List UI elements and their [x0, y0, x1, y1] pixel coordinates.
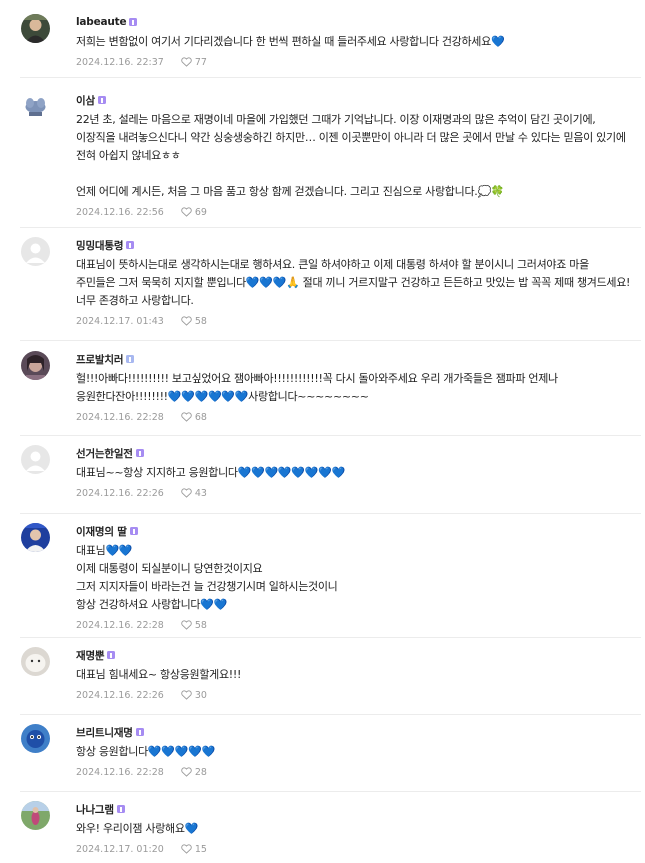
heart-icon — [181, 844, 192, 854]
avatar[interactable] — [21, 523, 50, 552]
comment-date: 2024.12.16. 22:37 — [76, 56, 164, 68]
comment-date: 2024.12.16. 22:28 — [76, 411, 164, 423]
comment-author[interactable]: 브리트니재명 — [76, 725, 133, 740]
heart-icon — [181, 207, 192, 217]
like-button[interactable]: 30 — [181, 690, 207, 701]
comment-author[interactable]: 밍밍대통령 — [76, 238, 124, 253]
like-button[interactable]: 77 — [181, 57, 207, 68]
comment-author[interactable]: 나나그램 — [76, 802, 114, 817]
heart-icon — [181, 57, 192, 67]
comment-author[interactable]: 이재명의 딸 — [76, 524, 127, 539]
comment-date: 2024.12.16. 22:26 — [76, 487, 164, 499]
like-count: 15 — [194, 843, 207, 855]
comment-text: 대표님~~항상 지지하고 응원합니다💙💙💙💙💙💙💙💙 — [76, 466, 345, 479]
like-button[interactable]: 15 — [181, 844, 207, 855]
comment-text: 대표님 힘내세요~ 항상응원할게요!!! — [76, 668, 242, 681]
heart-icon — [181, 690, 192, 700]
avatar[interactable] — [21, 92, 50, 121]
like-count: 43 — [194, 487, 207, 499]
avatar[interactable] — [21, 14, 50, 43]
like-button[interactable]: 28 — [181, 767, 207, 778]
like-count: 58 — [194, 619, 207, 631]
avatar[interactable] — [21, 351, 50, 380]
avatar[interactable] — [21, 237, 50, 266]
member-grade-icon — [126, 355, 135, 363]
comment-date: 2024.12.16. 22:56 — [76, 206, 164, 218]
comment-text: 와우! 우리이잼 사랑해요💙 — [76, 822, 199, 835]
like-count: 30 — [194, 689, 207, 701]
member-grade-icon — [126, 241, 135, 249]
heart-icon — [181, 488, 192, 498]
heart-icon — [181, 412, 192, 422]
comment-item: labeaute 저희는 변함없이 여기서 기다리겠습니다 한 번씩 편하실 때… — [20, 0, 641, 78]
comment-item: 나나그램 와우! 우리이잼 사랑해요💙 2024.12.17. 01:20 15 — [20, 792, 641, 862]
comment-item: 프로발치러 헐!!!아빠다!!!!!!!!!! 보고싶었어요 잼아빠아!!!!!… — [20, 341, 641, 436]
comment-item: 밍밍대통령 대표님이 뜻하시는대로 생각하시는대로 행하셔요. 큰일 하셔야하고… — [20, 228, 641, 341]
comment-date: 2024.12.16. 22:28 — [76, 619, 164, 631]
heart-icon — [181, 316, 192, 326]
avatar[interactable] — [21, 724, 50, 753]
comment-text: 항상 응원합니다💙💙💙💙💙 — [76, 745, 215, 758]
comment-author[interactable]: labeaute — [76, 16, 127, 28]
member-grade-icon — [129, 18, 138, 26]
like-count: 68 — [194, 411, 207, 423]
like-button[interactable]: 69 — [181, 207, 207, 218]
member-grade-icon — [129, 527, 138, 535]
avatar[interactable] — [21, 647, 50, 676]
avatar[interactable] — [21, 445, 50, 474]
comment-text: 대표님이 뜻하시는대로 생각하시는대로 행하셔요. 큰일 하셔야하고 이제 대통… — [76, 258, 634, 307]
comment-author[interactable]: 선거는한일전 — [76, 446, 133, 461]
comment-text: 저희는 변함없이 여기서 기다리겠습니다 한 번씩 편하실 때 들러주세요 사랑… — [76, 35, 505, 48]
comment-item: 이삼 22년 초, 설레는 마음으로 재명이네 마을에 가입했던 그때가 기억납… — [20, 78, 641, 228]
member-grade-icon — [107, 651, 116, 659]
member-grade-icon — [135, 449, 144, 457]
comment-author[interactable]: 재명뿐 — [76, 648, 105, 663]
heart-icon — [181, 767, 192, 777]
comment-date: 2024.12.16. 22:28 — [76, 766, 164, 778]
comment-text: 대표님💙💙 이제 대통령이 되실분이니 당연한것이지요 그저 지지자들이 바라는… — [76, 544, 338, 611]
comment-item: 재명뿐 대표님 힘내세요~ 항상응원할게요!!! 2024.12.16. 22:… — [20, 638, 641, 715]
heart-icon — [181, 620, 192, 630]
comment-author[interactable]: 이삼 — [76, 93, 95, 108]
comment-text: 22년 초, 설레는 마음으로 재명이네 마을에 가입했던 그때가 기억납니다.… — [76, 113, 626, 198]
avatar[interactable] — [21, 801, 50, 830]
like-button[interactable]: 43 — [181, 488, 207, 499]
like-button[interactable]: 58 — [181, 620, 207, 631]
comment-date: 2024.12.17. 01:20 — [76, 843, 164, 855]
comment-date: 2024.12.17. 01:43 — [76, 315, 164, 327]
comment-date: 2024.12.16. 22:26 — [76, 689, 164, 701]
comment-author[interactable]: 프로발치러 — [76, 352, 124, 367]
like-count: 28 — [194, 766, 207, 778]
like-button[interactable]: 58 — [181, 316, 207, 327]
member-grade-icon — [97, 96, 106, 104]
member-grade-icon — [116, 805, 125, 813]
comment-item: 선거는한일전 대표님~~항상 지지하고 응원합니다💙💙💙💙💙💙💙💙 2024.1… — [20, 436, 641, 514]
comment-item: 이재명의 딸 대표님💙💙 이제 대통령이 되실분이니 당연한것이지요 그저 지지… — [20, 514, 641, 638]
like-count: 77 — [194, 56, 207, 68]
comment-text: 헐!!!아빠다!!!!!!!!!! 보고싶었어요 잼아빠아!!!!!!!!!!!… — [76, 372, 562, 403]
comment-list: labeaute 저희는 변함없이 여기서 기다리겠습니다 한 번씩 편하실 때… — [0, 0, 645, 862]
like-button[interactable]: 68 — [181, 412, 207, 423]
comment-item: 브리트니재명 항상 응원합니다💙💙💙💙💙 2024.12.16. 22:28 2… — [20, 715, 641, 792]
like-count: 58 — [194, 315, 207, 327]
member-grade-icon — [135, 728, 144, 736]
like-count: 69 — [194, 206, 207, 218]
